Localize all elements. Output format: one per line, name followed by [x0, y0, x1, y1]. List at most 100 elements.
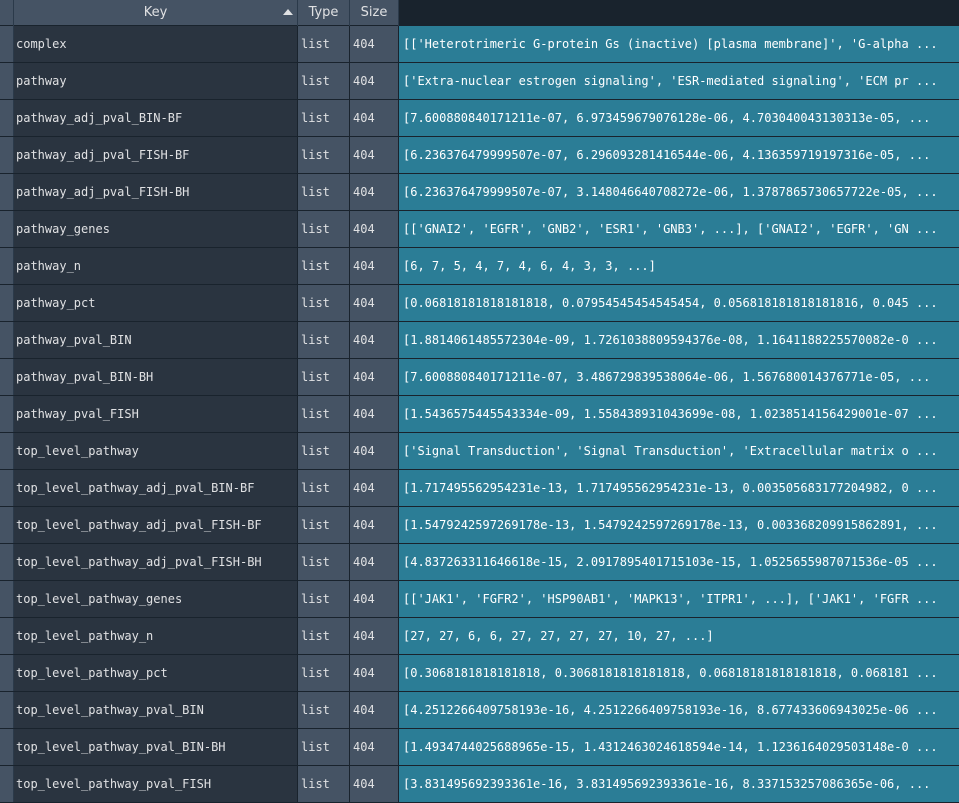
table-row[interactable]: top_level_pathway_pval_BIN list 404 [4.2512… [0, 692, 959, 729]
row-gutter[interactable] [0, 26, 14, 62]
cell-size[interactable]: 404 [350, 322, 399, 358]
table-row[interactable]: top_level_pathway_n list 404 [27, 27, 6, 6,… [0, 618, 959, 655]
table-row[interactable]: pathway_n list 404 [6, 7, 5, 4, 7, 4, 6, 4,… [0, 248, 959, 285]
cell-key[interactable]: top_level_pathway_pval_FISH [14, 766, 298, 802]
cell-type[interactable]: list [298, 26, 350, 62]
cell-value[interactable]: [0.3068181818181818, 0.3068181818181818,… [399, 655, 959, 691]
column-header-key[interactable]: Key [14, 0, 298, 26]
cell-key[interactable]: pathway_pval_BIN [14, 322, 298, 358]
sort-ascending-icon[interactable] [283, 9, 293, 15]
cell-type[interactable]: list [298, 174, 350, 210]
table-row[interactable]: pathway_pval_BIN-BH list 404 [7.60088084017… [0, 359, 959, 396]
row-gutter[interactable] [0, 63, 14, 99]
cell-size[interactable]: 404 [350, 248, 399, 284]
cell-type[interactable]: list [298, 137, 350, 173]
cell-size[interactable]: 404 [350, 174, 399, 210]
cell-type[interactable]: list [298, 766, 350, 802]
cell-size[interactable]: 404 [350, 655, 399, 691]
cell-size[interactable]: 404 [350, 359, 399, 395]
cell-value[interactable]: [1.5436575445543334e-09, 1.5584389310436… [399, 396, 959, 432]
cell-type[interactable]: list [298, 211, 350, 247]
cell-value[interactable]: [1.717495562954231e-13, 1.71749556295423… [399, 470, 959, 506]
row-gutter[interactable] [0, 396, 14, 432]
table-row[interactable]: pathway_genes list 404 [['GNAI2', 'EGFR', '… [0, 211, 959, 248]
cell-value[interactable]: ['Signal Transduction', 'Signal Transduc… [399, 433, 959, 469]
cell-key[interactable]: top_level_pathway_pval_BIN [14, 692, 298, 728]
cell-key[interactable]: top_level_pathway [14, 433, 298, 469]
cell-type[interactable]: list [298, 581, 350, 617]
table-row[interactable]: pathway list 404 ['Extra-nuclear estrogen s… [0, 63, 959, 100]
cell-size[interactable]: 404 [350, 26, 399, 62]
row-gutter[interactable] [0, 285, 14, 321]
table-row[interactable]: top_level_pathway_adj_pval_BIN-BF list 404… [0, 470, 959, 507]
cell-size[interactable]: 404 [350, 137, 399, 173]
cell-type[interactable]: list [298, 63, 350, 99]
cell-key[interactable]: pathway_pval_FISH [14, 396, 298, 432]
cell-size[interactable]: 404 [350, 618, 399, 654]
table-row[interactable]: pathway_pct list 404 [0.06818181818181818, … [0, 285, 959, 322]
cell-key[interactable]: pathway_n [14, 248, 298, 284]
cell-type[interactable]: list [298, 100, 350, 136]
cell-value[interactable]: ['Extra-nuclear estrogen signaling', 'ES… [399, 63, 959, 99]
cell-type[interactable]: list [298, 470, 350, 506]
row-gutter[interactable] [0, 174, 14, 210]
cell-size[interactable]: 404 [350, 729, 399, 765]
column-header-size[interactable]: Size [350, 0, 399, 26]
cell-key[interactable]: top_level_pathway_genes [14, 581, 298, 617]
cell-size[interactable]: 404 [350, 63, 399, 99]
cell-key[interactable]: top_level_pathway_n [14, 618, 298, 654]
cell-size[interactable]: 404 [350, 766, 399, 802]
cell-value[interactable]: [7.600880840171211e-07, 3.48672983953806… [399, 359, 959, 395]
row-gutter[interactable] [0, 470, 14, 506]
cell-type[interactable]: list [298, 729, 350, 765]
cell-type[interactable]: list [298, 396, 350, 432]
row-gutter[interactable] [0, 322, 14, 358]
cell-size[interactable]: 404 [350, 470, 399, 506]
table-row[interactable]: top_level_pathway_pval_FISH list 404 [3.831… [0, 766, 959, 803]
cell-size[interactable]: 404 [350, 692, 399, 728]
cell-type[interactable]: list [298, 285, 350, 321]
cell-key[interactable]: pathway [14, 63, 298, 99]
cell-size[interactable]: 404 [350, 433, 399, 469]
cell-type[interactable]: list [298, 359, 350, 395]
row-gutter[interactable] [0, 618, 14, 654]
cell-value[interactable]: [0.06818181818181818, 0.0795454545454545… [399, 285, 959, 321]
table-row[interactable]: pathway_pval_BIN list 404 [1.88140614855723… [0, 322, 959, 359]
cell-value[interactable]: [6, 7, 5, 4, 7, 4, 6, 4, 3, 3, ...] [399, 248, 959, 284]
cell-key[interactable]: top_level_pathway_adj_pval_FISH-BH [14, 544, 298, 580]
row-gutter[interactable] [0, 507, 14, 543]
cell-type[interactable]: list [298, 433, 350, 469]
cell-size[interactable]: 404 [350, 544, 399, 580]
cell-value[interactable]: [1.5479242597269178e-13, 1.5479242597269… [399, 507, 959, 543]
row-gutter[interactable] [0, 766, 14, 802]
cell-value[interactable]: [1.8814061485572304e-09, 1.7261038809594… [399, 322, 959, 358]
cell-key[interactable]: pathway_pval_BIN-BH [14, 359, 298, 395]
table-row[interactable]: top_level_pathway_genes list 404 [['JAK1', … [0, 581, 959, 618]
row-gutter[interactable] [0, 137, 14, 173]
cell-type[interactable]: list [298, 248, 350, 284]
table-row[interactable]: top_level_pathway_adj_pval_FISH-BH list 40… [0, 544, 959, 581]
cell-size[interactable]: 404 [350, 581, 399, 617]
cell-value[interactable]: [6.236376479999507e-07, 6.29609328141654… [399, 137, 959, 173]
table-row[interactable]: pathway_pval_FISH list 404 [1.5436575445543… [0, 396, 959, 433]
table-row[interactable]: pathway_adj_pval_FISH-BH list 404 [6.236376… [0, 174, 959, 211]
column-header-value[interactable] [399, 0, 959, 26]
cell-key[interactable]: top_level_pathway_pct [14, 655, 298, 691]
row-gutter[interactable] [0, 655, 14, 691]
cell-type[interactable]: list [298, 655, 350, 691]
table-row[interactable]: top_level_pathway_adj_pval_FISH-BF list 40… [0, 507, 959, 544]
cell-type[interactable]: list [298, 692, 350, 728]
cell-key[interactable]: pathway_adj_pval_FISH-BH [14, 174, 298, 210]
cell-key[interactable]: top_level_pathway_adj_pval_BIN-BF [14, 470, 298, 506]
cell-key[interactable]: pathway_adj_pval_FISH-BF [14, 137, 298, 173]
cell-key[interactable]: pathway_pct [14, 285, 298, 321]
cell-value[interactable]: [['JAK1', 'FGFR2', 'HSP90AB1', 'MAPK13',… [399, 581, 959, 617]
table-row[interactable]: pathway_adj_pval_FISH-BF list 404 [6.236376… [0, 137, 959, 174]
table-row[interactable]: top_level_pathway list 404 ['Signal Transdu… [0, 433, 959, 470]
cell-size[interactable]: 404 [350, 211, 399, 247]
cell-size[interactable]: 404 [350, 285, 399, 321]
cell-value[interactable]: [['GNAI2', 'EGFR', 'GNB2', 'ESR1', 'GNB3… [399, 211, 959, 247]
cell-type[interactable]: list [298, 507, 350, 543]
row-gutter[interactable] [0, 729, 14, 765]
cell-type[interactable]: list [298, 618, 350, 654]
